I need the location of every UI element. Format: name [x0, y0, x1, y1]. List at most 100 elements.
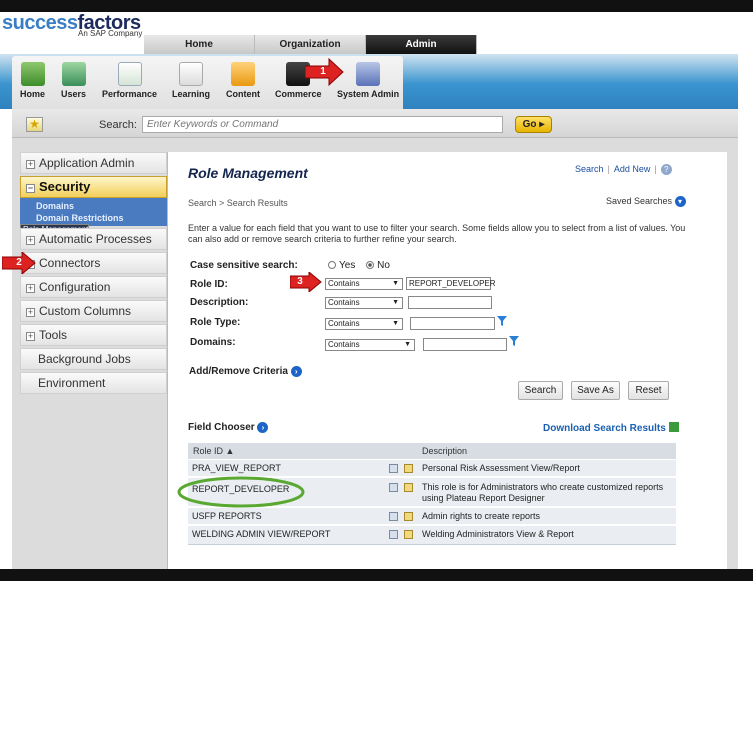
sidebar-item-label: Custom Columns	[39, 304, 132, 318]
edit-icon[interactable]	[404, 530, 413, 539]
select-value: Contains	[328, 279, 360, 288]
case-sensitive-label: Case sensitive search:	[190, 260, 298, 271]
domains-operator-select[interactable]: Contains ▼	[325, 339, 415, 351]
filter-icon[interactable]	[509, 336, 519, 346]
submenu-domain-restrictions[interactable]: Domain Restrictions	[20, 212, 167, 224]
sidebar-item-configuration[interactable]: + Configuration	[20, 276, 167, 298]
row-role: PRA_VIEW_REPORT	[192, 463, 281, 473]
security-submenu: Domains Domain Restrictions Role Managem…	[20, 198, 167, 236]
sidebar-item-automatic-processes[interactable]: + Automatic Processes	[20, 228, 167, 250]
sidebar-item-environment[interactable]: Environment	[20, 372, 167, 394]
saved-searches-label: Saved Searches	[606, 196, 673, 206]
search-bar: ★ Search: Go ▸	[12, 109, 738, 138]
results-header: Role ID ▲ Description	[188, 443, 676, 459]
domains-input[interactable]	[423, 338, 507, 351]
view-icon[interactable]	[389, 512, 398, 521]
description-input[interactable]	[408, 296, 492, 309]
submenu-domains[interactable]: Domains	[20, 200, 167, 212]
tab-admin[interactable]: Admin	[366, 35, 477, 54]
view-icon[interactable]	[389, 530, 398, 539]
chevron-down-icon: ▼	[392, 280, 399, 287]
intro-text: Enter a value for each field that you wa…	[188, 223, 686, 244]
select-value: Contains	[328, 298, 360, 307]
role-type-operator-select[interactable]: Contains ▼	[325, 318, 403, 330]
excel-icon	[668, 422, 679, 432]
page-edge	[738, 12, 753, 569]
expand-icon: +	[26, 159, 35, 169]
favorite-star-icon[interactable]: ★	[26, 117, 43, 132]
sidebar-item-application-admin[interactable]: + Application Admin	[20, 152, 167, 174]
sidebar-item-background-jobs[interactable]: Background Jobs	[20, 348, 167, 370]
field-chooser[interactable]: Field Chooser ›	[188, 422, 269, 433]
description-operator-select[interactable]: Contains ▼	[325, 297, 403, 309]
main-panel: Role Management Search | Add New |? Search …	[167, 152, 727, 569]
breadcrumb: Search > Search Results	[188, 198, 288, 208]
tool-users-label: Users	[61, 89, 87, 99]
tool-performance-label: Performance	[102, 89, 158, 99]
arrow-right-icon: ›	[257, 422, 269, 433]
sidebar-item-label: Configuration	[39, 280, 111, 294]
view-icon[interactable]	[389, 464, 398, 473]
radio-yes-label: Yes	[339, 260, 356, 271]
add-new-link[interactable]: Add New	[614, 164, 651, 174]
tool-system-admin[interactable]: System Admin	[337, 62, 399, 99]
table-row[interactable]: USFP REPORTS Admin rights to create repo…	[188, 508, 676, 525]
logo-part1: success	[2, 12, 78, 34]
sidebar-item-tools[interactable]: + Tools	[20, 324, 167, 346]
tool-users[interactable]: Users	[61, 62, 86, 99]
go-button[interactable]: Go ▸	[515, 116, 552, 133]
role-type-input[interactable]	[410, 317, 495, 330]
edit-icon[interactable]	[404, 512, 413, 521]
search-button[interactable]: Search	[518, 381, 563, 400]
role-id-operator-select[interactable]: Contains ▼	[325, 278, 403, 290]
saved-searches[interactable]: Saved Searches ▾	[606, 196, 686, 208]
description-label: Description:	[190, 297, 249, 308]
tool-content-label: Content	[226, 89, 260, 99]
sidebar-item-label: Environment	[38, 376, 106, 390]
help-icon[interactable]: ?	[660, 164, 672, 176]
tab-organization[interactable]: Organization	[255, 35, 366, 54]
sidebar-item-label: Security	[39, 179, 91, 194]
tool-home[interactable]: Home	[20, 62, 45, 99]
page-title: Role Management	[188, 165, 308, 181]
home-icon	[20, 62, 45, 86]
search-link[interactable]: Search	[575, 164, 604, 174]
reset-button[interactable]: Reset	[628, 381, 669, 400]
radio-yes[interactable]	[328, 261, 336, 269]
tool-learning[interactable]: Learning	[172, 62, 210, 99]
tool-commerce-label: Commerce	[275, 89, 322, 99]
table-row[interactable]: WELDING ADMIN VIEW/REPORT Welding Admini…	[188, 526, 676, 545]
row-desc: Personal Risk Assessment View/Report	[422, 463, 580, 473]
tool-learning-label: Learning	[172, 89, 211, 99]
sidebar-item-security[interactable]: − Security	[20, 176, 167, 198]
users-icon	[61, 62, 86, 86]
col-role-id[interactable]: Role ID ▲	[193, 446, 234, 456]
add-remove-criteria[interactable]: Add/Remove Criteria ›	[189, 366, 302, 377]
tab-home[interactable]: Home	[144, 35, 255, 54]
download-search-results[interactable]: Download Search Results	[543, 422, 679, 434]
filter-icon[interactable]	[497, 316, 507, 326]
callout-2-number: 2	[16, 257, 22, 268]
save-as-button[interactable]: Save As	[571, 381, 620, 400]
tool-home-label: Home	[20, 89, 46, 99]
role-type-label: Role Type:	[190, 317, 241, 328]
sidebar-item-custom-columns[interactable]: + Custom Columns	[20, 300, 167, 322]
row-role: WELDING ADMIN VIEW/REPORT	[192, 529, 331, 539]
go-label: Go	[522, 119, 537, 130]
search-input[interactable]	[142, 116, 503, 133]
radio-no[interactable]	[366, 261, 375, 269]
edit-icon[interactable]	[404, 464, 413, 473]
sidebar-item-connectors[interactable]: +Connectors	[20, 252, 167, 274]
view-icon[interactable]	[389, 483, 398, 492]
case-sensitive-options: Yes No	[328, 260, 390, 271]
tool-performance[interactable]: Performance	[102, 62, 157, 99]
expand-icon: +	[26, 331, 35, 341]
edit-icon[interactable]	[404, 483, 413, 492]
chevron-down-icon: ▼	[392, 320, 399, 327]
role-id-input[interactable]: REPORT_DEVELOPER	[406, 277, 496, 290]
app-window: successfactors An SAP Company Home Organ…	[0, 12, 738, 569]
learning-icon	[179, 62, 203, 86]
add-remove-label: Add/Remove Criteria	[189, 366, 288, 378]
col-description: Description	[422, 446, 468, 456]
tool-content[interactable]: Content	[226, 62, 260, 99]
